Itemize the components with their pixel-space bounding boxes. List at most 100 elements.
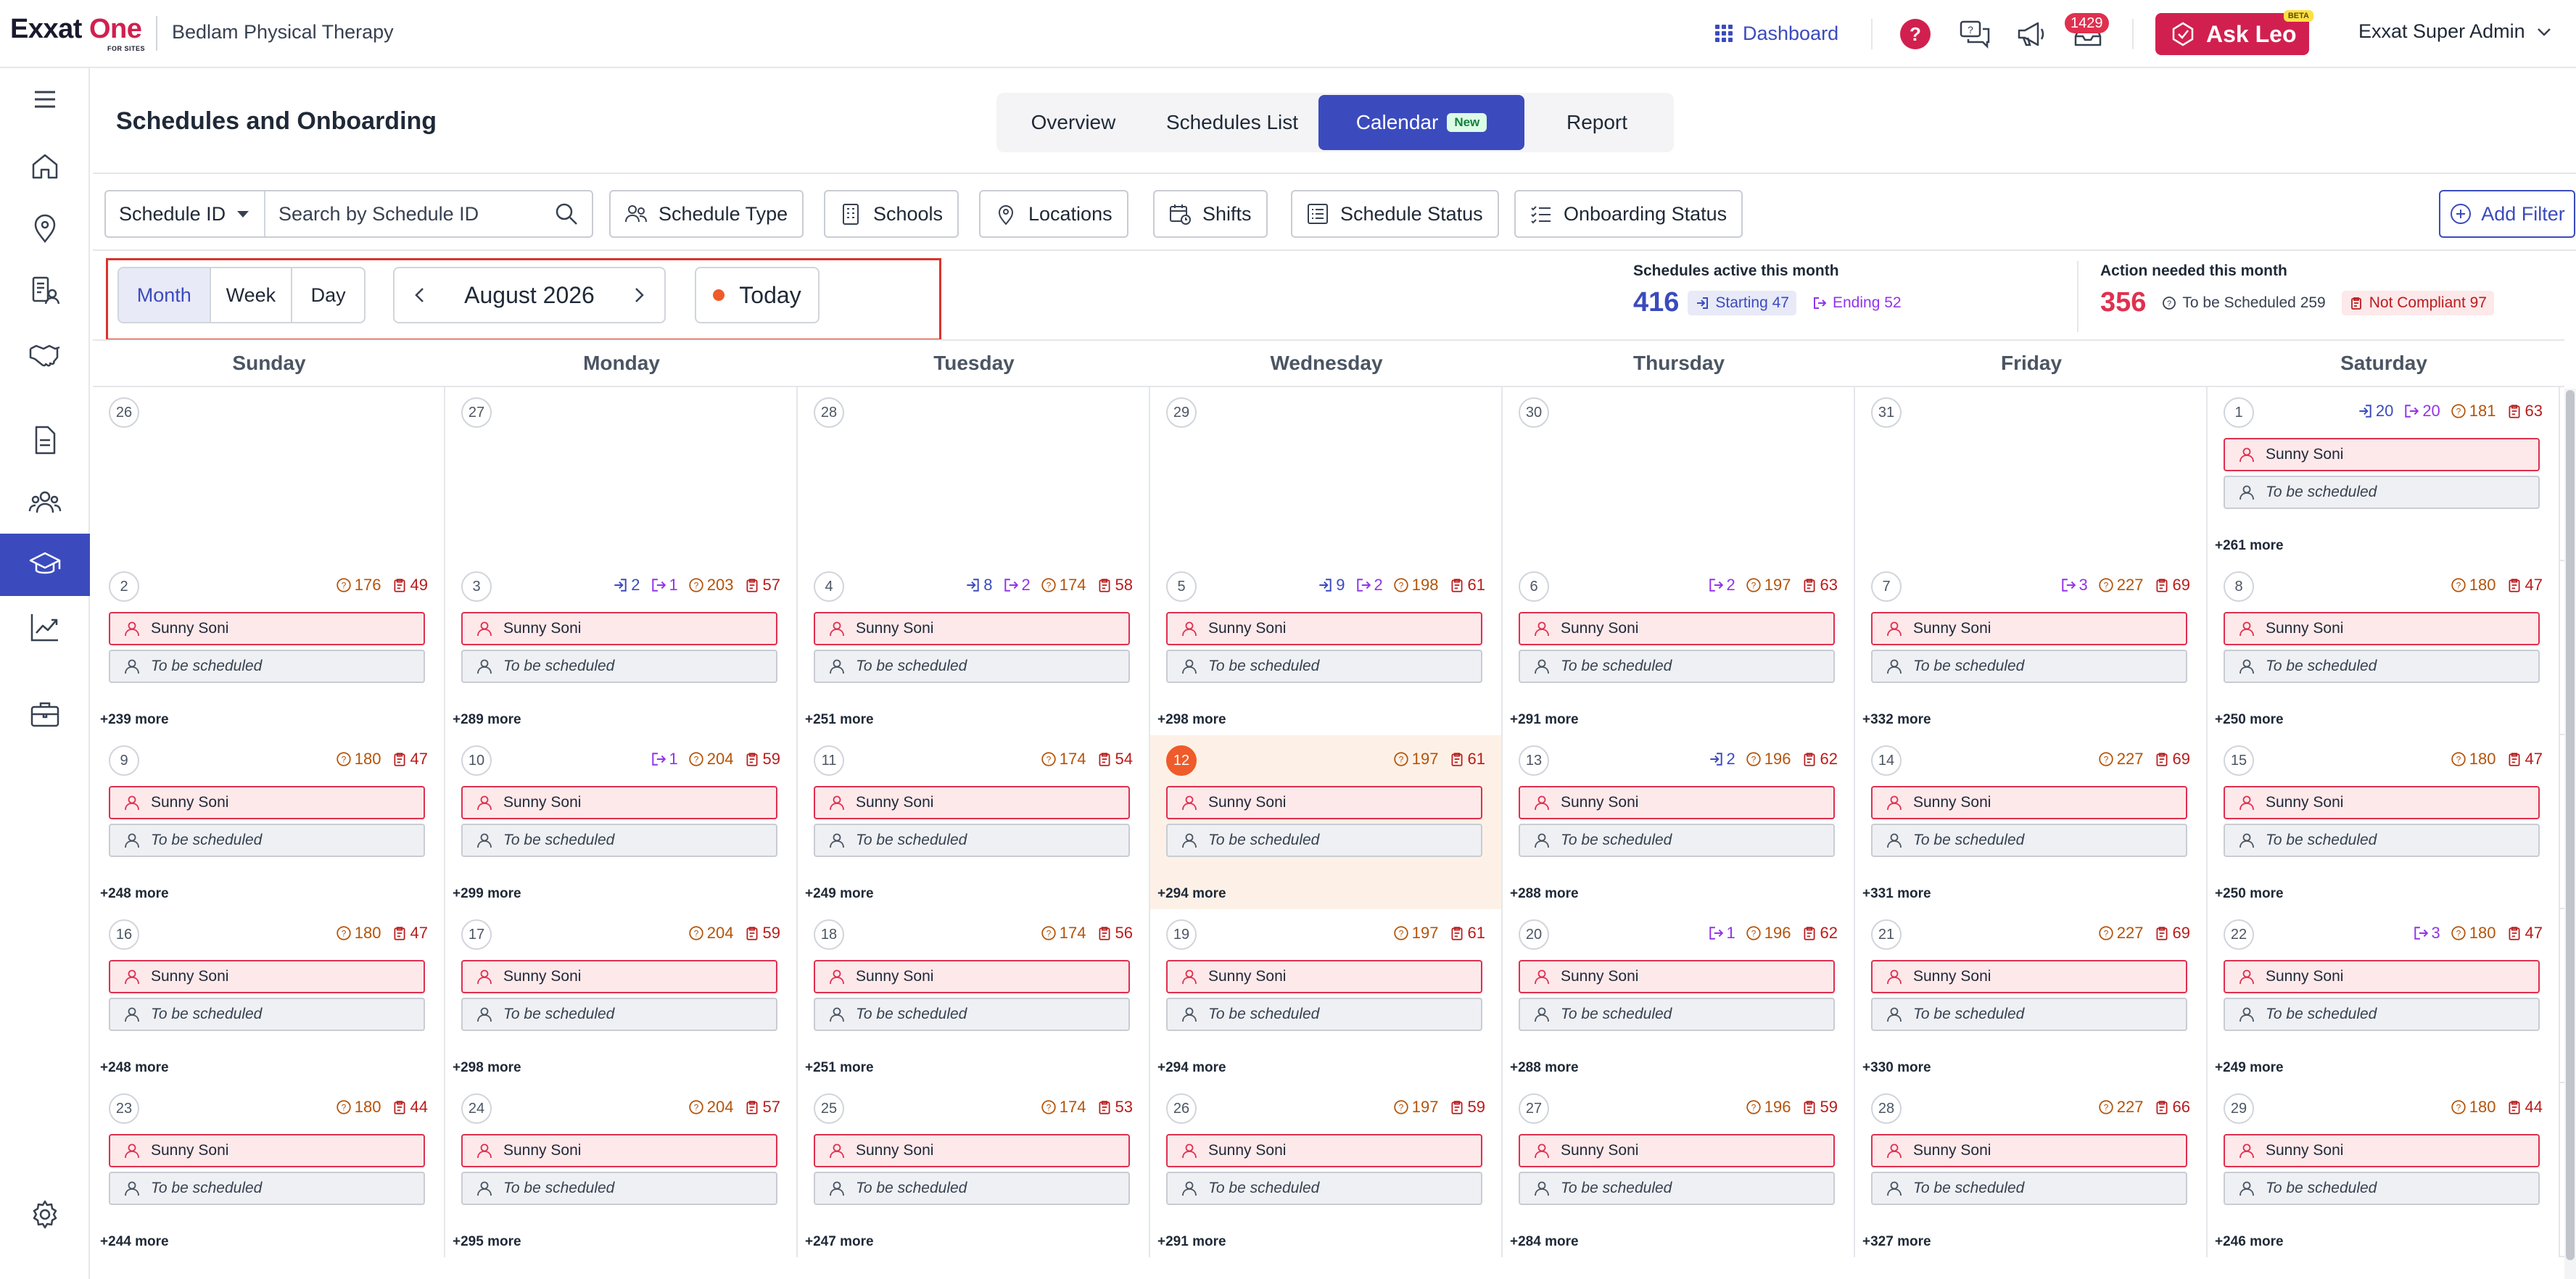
ending-count[interactable]: 3	[2413, 924, 2440, 943]
starting-count[interactable]: 20	[2357, 402, 2393, 421]
calendar-day-cell[interactable]: 11 ? 174 54 Sunny Soni To be scheduled +249 mo…	[798, 735, 1150, 909]
schedule-event-pending[interactable]: To be scheduled	[814, 1172, 1130, 1205]
calendar-day-cell[interactable]: 22 3 ? 180 47 Sunny Soni To be scheduled +249 m…	[2208, 909, 2560, 1083]
schedule-event-pending[interactable]: To be scheduled	[814, 824, 1130, 857]
day-number[interactable]: 7	[1871, 571, 1902, 602]
to-be-scheduled-count[interactable]: ? 180	[2451, 576, 2496, 595]
not-compliant-count[interactable]: 62	[1801, 924, 1838, 943]
day-number[interactable]: 13	[1519, 745, 1549, 776]
calendar-day-cell-today[interactable]: 12 ? 197 61 Sunny Soni To be scheduled +294 mo…	[1150, 735, 1503, 909]
schedule-event-pending[interactable]: To be scheduled	[1166, 650, 1482, 683]
calendar-day-cell[interactable]: 9 ? 180 47 Sunny Soni To be scheduled +248 mor…	[93, 735, 445, 909]
day-number[interactable]: 9	[109, 745, 139, 776]
more-events-link[interactable]: +244 more	[100, 1234, 169, 1250]
day-number[interactable]: 22	[2224, 919, 2254, 950]
search-icon[interactable]	[541, 202, 592, 226]
ending-count[interactable]: 20	[2403, 402, 2440, 421]
day-number[interactable]: 28	[814, 397, 844, 428]
more-events-link[interactable]: +247 more	[805, 1234, 874, 1250]
not-compliant-count[interactable]: 53	[1097, 1098, 1133, 1117]
not-compliant-chip[interactable]: Not Compliant 97	[2341, 290, 2494, 315]
not-compliant-count[interactable]: 62	[1801, 750, 1838, 769]
locations-filter[interactable]: Locations	[979, 190, 1128, 238]
schedule-event-pending[interactable]: To be scheduled	[109, 650, 425, 683]
calendar-day-cell[interactable]: 18 ? 174 56 Sunny Soni To be scheduled +251 mo…	[798, 909, 1150, 1083]
day-number[interactable]: 2	[109, 571, 139, 602]
schedule-event-pending[interactable]: To be scheduled	[109, 1172, 425, 1205]
to-be-scheduled-count[interactable]: ? 227	[2098, 1098, 2144, 1117]
user-menu[interactable]: Exxat Super Admin	[2358, 20, 2553, 43]
help-icon[interactable]: ?	[1900, 19, 1931, 49]
starting-count[interactable]: 2	[1708, 750, 1735, 769]
schedule-event[interactable]: Sunny Soni	[109, 786, 425, 819]
day-view-button[interactable]: Day	[292, 268, 364, 322]
not-compliant-count[interactable]: 61	[1449, 750, 1485, 769]
day-number[interactable]: 16	[109, 919, 139, 950]
to-be-scheduled-count[interactable]: ? 174	[1041, 576, 1086, 595]
schedule-event-pending[interactable]: To be scheduled	[2224, 824, 2540, 857]
more-events-link[interactable]: +250 more	[2215, 886, 2284, 902]
graduation-cap-icon[interactable]	[0, 534, 90, 596]
org-name[interactable]: Bedlam Physical Therapy	[172, 21, 394, 44]
schedule-event[interactable]: Sunny Soni	[1519, 786, 1835, 819]
schedule-event[interactable]: Sunny Soni	[1871, 612, 2187, 645]
not-compliant-count[interactable]: 44	[2506, 1098, 2543, 1117]
not-compliant-count[interactable]: 47	[392, 750, 428, 769]
schedule-event-pending[interactable]: To be scheduled	[814, 650, 1130, 683]
schedule-event[interactable]: Sunny Soni	[2224, 1134, 2540, 1167]
calendar-day-cell[interactable]: 17 ? 204 59 Sunny Soni To be scheduled +298 mo…	[445, 909, 798, 1083]
schedule-event[interactable]: Sunny Soni	[1166, 960, 1482, 993]
not-compliant-count[interactable]: 58	[1097, 576, 1133, 595]
to-be-scheduled-count[interactable]: ? 197	[1393, 1098, 1439, 1117]
schedule-event[interactable]: Sunny Soni	[2224, 612, 2540, 645]
more-events-link[interactable]: +291 more	[1157, 1234, 1226, 1250]
not-compliant-count[interactable]: 69	[2154, 750, 2190, 769]
to-be-scheduled-count[interactable]: ? 196	[1746, 924, 1791, 943]
schedule-event-pending[interactable]: To be scheduled	[2224, 650, 2540, 683]
ending-count[interactable]: 1	[651, 750, 678, 769]
users-group-icon[interactable]	[0, 471, 90, 534]
day-number[interactable]: 27	[461, 397, 492, 428]
day-number[interactable]: 10	[461, 745, 492, 776]
to-be-scheduled-count[interactable]: ? 180	[2451, 750, 2496, 769]
schedule-event[interactable]: Sunny Soni	[1519, 612, 1835, 645]
schedule-event[interactable]: Sunny Soni	[2224, 960, 2540, 993]
not-compliant-count[interactable]: 57	[744, 1098, 780, 1117]
settings-gear-icon[interactable]	[0, 1183, 90, 1246]
not-compliant-count[interactable]: 47	[392, 924, 428, 943]
more-events-link[interactable]: +288 more	[1510, 1060, 1579, 1076]
not-compliant-count[interactable]: 63	[1801, 576, 1838, 595]
day-number[interactable]: 17	[461, 919, 492, 950]
schedule-event-pending[interactable]: To be scheduled	[2224, 998, 2540, 1031]
calendar-day-cell[interactable]: 20 1 ? 196 62 Sunny Soni To be scheduled +288 m…	[1503, 909, 1855, 1083]
schedule-event[interactable]: Sunny Soni	[109, 1134, 425, 1167]
ending-count[interactable]: 2	[1355, 576, 1383, 595]
day-number[interactable]: 27	[1519, 1093, 1549, 1124]
more-events-link[interactable]: +251 more	[805, 1060, 874, 1076]
schedule-event-pending[interactable]: To be scheduled	[1166, 1172, 1482, 1205]
schedule-event[interactable]: Sunny Soni	[1871, 1134, 2187, 1167]
schedule-event-pending[interactable]: To be scheduled	[1871, 824, 2187, 857]
to-be-scheduled-count[interactable]: ? 227	[2098, 576, 2144, 595]
schedule-event[interactable]: Sunny Soni	[2224, 786, 2540, 819]
more-events-link[interactable]: +248 more	[100, 1060, 169, 1076]
more-events-link[interactable]: +289 more	[453, 712, 521, 728]
schedule-event[interactable]: Sunny Soni	[1519, 1134, 1835, 1167]
day-number[interactable]: 11	[814, 745, 844, 776]
starting-count[interactable]: 2	[612, 576, 640, 595]
calendar-day-cell[interactable]: 10 1 ? 204 59 Sunny Soni To be scheduled +299 m…	[445, 735, 798, 909]
more-events-link[interactable]: +294 more	[1157, 886, 1226, 902]
day-number[interactable]: 23	[109, 1093, 139, 1124]
starting-chip[interactable]: Starting 47	[1688, 290, 1796, 315]
shifts-filter[interactable]: Shifts	[1153, 190, 1268, 238]
calendar-day-cell[interactable]: 21 ? 227 69 Sunny Soni To be scheduled +330 mo…	[1855, 909, 2208, 1083]
day-number[interactable]: 29	[1166, 397, 1197, 428]
not-compliant-count[interactable]: 59	[744, 924, 780, 943]
calendar-day-cell[interactable]: 29 ? 180 44 Sunny Soni To be scheduled +246 mo…	[2208, 1083, 2560, 1257]
tab-schedules-list[interactable]: Schedules List	[1146, 95, 1318, 150]
to-be-scheduled-count[interactable]: ? 180	[2451, 1098, 2496, 1117]
schedule-event-pending[interactable]: To be scheduled	[1519, 1172, 1835, 1205]
more-events-link[interactable]: +332 more	[1862, 712, 1931, 728]
calendar-day-cell[interactable]: 25 ? 174 53 Sunny Soni To be scheduled +247 mo…	[798, 1083, 1150, 1257]
more-events-link[interactable]: +249 more	[805, 886, 874, 902]
